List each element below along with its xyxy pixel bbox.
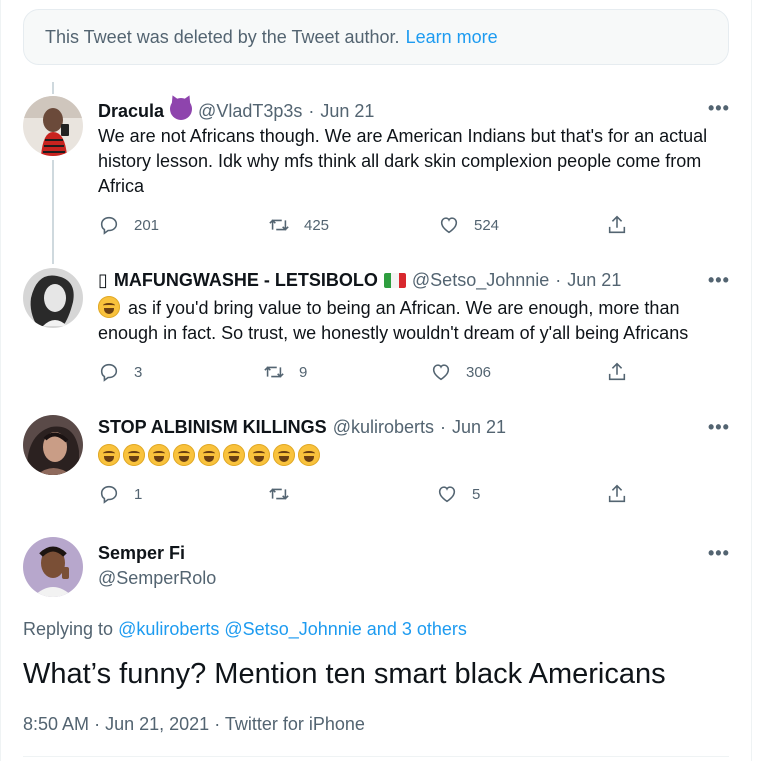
reply-icon: [100, 216, 118, 235]
main-tweet-text: What’s funny? Mention ten smart black Am…: [23, 658, 666, 690]
rofl-emoji-icon: [223, 444, 245, 466]
deleted-tweet-notice: This Tweet was deleted by the Tweet auth…: [23, 9, 729, 65]
separator: ·: [214, 714, 221, 734]
more-options-icon[interactable]: •••: [708, 270, 730, 291]
rofl-emoji-icon: [98, 296, 120, 318]
separator: ·: [440, 417, 446, 437]
retweet-count: 425: [304, 216, 330, 234]
like-button[interactable]: 306: [430, 361, 491, 383]
like-count: 524: [474, 216, 500, 234]
tweet-date[interactable]: Jun 21: [452, 417, 506, 438]
retweet-icon: [269, 219, 289, 231]
reply-button[interactable]: 1: [98, 483, 142, 505]
avatar[interactable]: [23, 268, 83, 328]
retweet-button[interactable]: 9: [263, 361, 307, 383]
mention-kuliroberts[interactable]: @kuliroberts: [118, 619, 219, 639]
avatar[interactable]: [23, 537, 83, 597]
rofl-emoji-icon: [273, 444, 295, 466]
reply-count: 3: [134, 363, 143, 381]
retweet-button[interactable]: [268, 483, 304, 505]
retweet-icon: [269, 488, 289, 500]
timeline-border-left: [0, 0, 1, 761]
smiling-imp-icon: [170, 98, 193, 125]
more-options-icon[interactable]: •••: [708, 417, 730, 438]
share-icon: [608, 215, 626, 234]
timeline-border-right: [751, 0, 752, 761]
tweet-text-body: as if you'd bring value to being an Afri…: [98, 298, 689, 343]
reply-count: 201: [134, 216, 160, 234]
reply-button[interactable]: 201: [98, 214, 159, 236]
rofl-emoji-icon: [123, 444, 145, 466]
italy-flag-icon: [383, 273, 406, 288]
separator: ·: [94, 714, 101, 734]
author-name[interactable]: MAFUNGWASHE - LETSIBOLO: [114, 270, 378, 291]
tweet-time[interactable]: 8:50 AM: [23, 714, 89, 734]
author-handle[interactable]: @SemperRolo: [98, 568, 216, 589]
author-name[interactable]: Dracula: [98, 101, 164, 122]
thread-line: [52, 160, 54, 264]
author-name[interactable]: Semper Fi: [98, 543, 185, 564]
replying-to: Replying to @kuliroberts @Setso_Johnnie …: [23, 619, 467, 640]
tweet-actions: 1 5: [98, 483, 638, 507]
deleted-notice-text: This Tweet was deleted by the Tweet auth…: [45, 26, 400, 47]
share-icon: [608, 362, 626, 381]
author-handle[interactable]: @VladT3p3s: [198, 101, 302, 122]
share-button[interactable]: [606, 361, 628, 383]
tweet-client[interactable]: Twitter for iPhone: [225, 714, 365, 734]
separator: ·: [555, 270, 562, 290]
tweet-full-date[interactable]: Jun 21, 2021: [105, 714, 209, 734]
tweet-text: as if you'd bring value to being an Afri…: [98, 296, 728, 346]
reply-button[interactable]: 3: [98, 361, 142, 383]
name-prefix-glyph: ▯: [98, 270, 108, 290]
replying-prefix: Replying to: [23, 619, 114, 639]
thread-line: [52, 82, 54, 94]
author-handle[interactable]: @kuliroberts: [333, 417, 434, 438]
like-button[interactable]: 524: [438, 214, 499, 236]
tweet-actions: 201 425 524: [98, 214, 638, 238]
share-icon: [608, 484, 626, 503]
share-button[interactable]: [606, 214, 628, 236]
retweet-icon: [264, 366, 284, 378]
author-handle[interactable]: @Setso_Johnnie: [412, 270, 549, 291]
retweet-button[interactable]: 425: [268, 214, 329, 236]
rofl-emoji-icon: [98, 444, 120, 466]
mention-setso-johnnie[interactable]: @Setso_Johnnie: [224, 619, 361, 639]
rofl-emoji-icon: [198, 444, 220, 466]
rofl-emoji-icon: [298, 444, 320, 466]
tweet-date[interactable]: Jun 21: [567, 270, 621, 291]
rofl-emoji-icon: [248, 444, 270, 466]
tweet-date[interactable]: Jun 21: [320, 101, 374, 122]
divider: [23, 756, 729, 757]
like-button[interactable]: 5: [436, 483, 480, 505]
tweet-metadata: 8:50 AM · Jun 21, 2021 · Twitter for iPh…: [23, 714, 365, 735]
learn-more-link[interactable]: Learn more: [406, 27, 498, 48]
share-button[interactable]: [606, 483, 628, 505]
more-options-icon[interactable]: •••: [708, 98, 730, 119]
like-icon: [438, 486, 456, 503]
like-count: 306: [466, 363, 492, 381]
retweet-count: 9: [299, 363, 308, 381]
more-options-icon[interactable]: •••: [708, 543, 730, 564]
avatar[interactable]: [23, 415, 83, 475]
like-icon: [432, 364, 450, 381]
reply-icon: [100, 485, 118, 504]
avatar[interactable]: [23, 96, 83, 156]
rofl-emoji-icon: [148, 444, 170, 466]
tweet-actions: 3 9 306: [98, 361, 638, 385]
tweet-emoji-row: [98, 444, 728, 469]
like-icon: [440, 217, 458, 234]
rofl-emoji-icon: [173, 444, 195, 466]
like-count: 5: [472, 485, 481, 503]
author-name[interactable]: STOP ALBINISM KILLINGS: [98, 417, 327, 438]
and-others-link[interactable]: and 3 others: [367, 619, 467, 639]
reply-count: 1: [134, 485, 143, 503]
tweet-text: We are not Africans though. We are Ameri…: [98, 126, 708, 196]
separator: ·: [308, 101, 315, 121]
reply-icon: [100, 363, 118, 382]
